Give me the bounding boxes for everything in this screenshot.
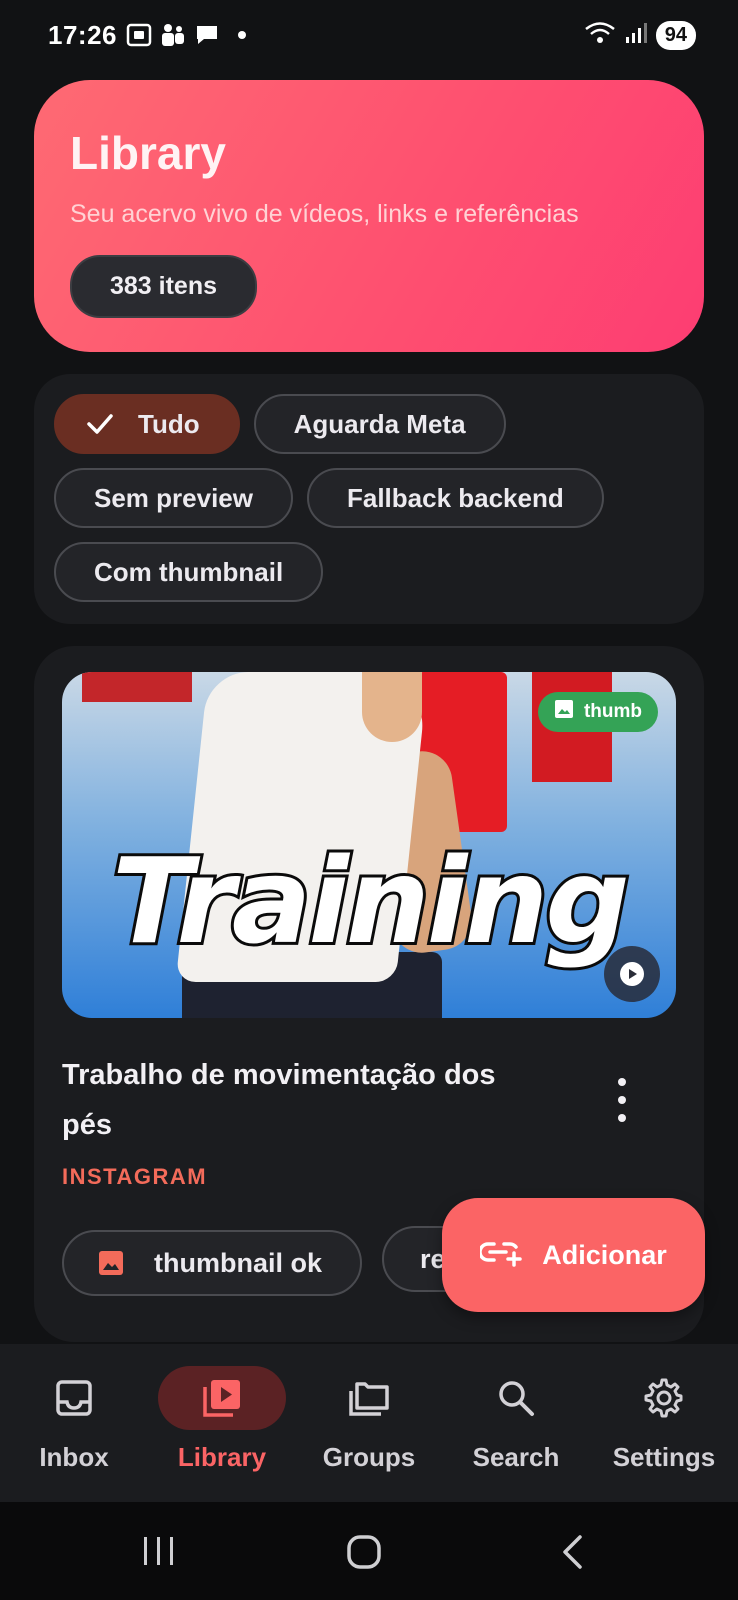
nav-label: Settings [612,1442,716,1472]
filter-chip-fallback-backend[interactable]: Fallback backend [306,468,604,528]
nav-item-library[interactable]: Library [148,1366,296,1473]
image-icon [554,699,574,725]
nav-item-groups[interactable]: Groups [295,1366,443,1473]
status-bar: 17:26 94 [0,0,738,72]
add-link-icon [478,1237,524,1274]
filter-chip-aguarda-meta[interactable]: Aguarda Meta [253,394,506,454]
filter-chip-com-thumbnail[interactable]: Com thumbnail [54,542,324,602]
page-subtitle: Seu acervo vivo de vídeos, links e refer… [70,200,579,228]
add-button-label: Adicionar [542,1239,667,1270]
item-source: INSTAGRAM [62,1164,208,1189]
play-icon [620,962,644,986]
video-thumbnail[interactable]: Training thumb [62,672,676,1018]
teams-icon [160,22,186,48]
thumb-badge: thumb [537,692,658,732]
filter-panel: Tudo Aguarda Meta Sem preview Fallback b… [34,374,704,624]
battery-indicator: 94 [655,21,696,50]
status-system-icons: 94 [584,20,696,51]
inbox-icon [10,1366,138,1430]
folders-icon [305,1366,433,1430]
item-title[interactable]: Trabalho de movimentação dos pés [62,1050,542,1150]
more-options-icon[interactable] [612,1078,632,1122]
filter-chip-label: Aguarda Meta [293,408,466,439]
status-notification-icons [126,22,246,48]
filter-chip-label: Sem preview [94,482,253,513]
thumb-badge-label: thumb [583,701,642,722]
nav-label: Groups [322,1442,416,1472]
screenshot-icon [126,22,152,48]
filter-chip-sem-preview[interactable]: Sem preview [54,468,293,528]
signal-icon [624,21,648,50]
tag-label: thumbnail ok [154,1247,322,1278]
nav-label: Library [177,1442,267,1472]
wifi-icon [584,20,616,51]
bottom-navigation: Inbox Library Groups Search Settings [0,1344,738,1502]
check-icon [86,413,114,435]
search-icon [452,1366,580,1430]
thumbnail-overlay-text: Training [109,829,633,973]
video-library-icon [158,1366,286,1430]
tag-thumbnail-ok[interactable]: thumbnail ok [62,1230,362,1296]
filter-chip-tudo[interactable]: Tudo [54,394,240,454]
page-title: Library [70,127,226,179]
gear-icon [600,1366,728,1430]
item-count-badge: 383 itens [70,255,258,318]
image-icon [98,1250,124,1276]
recent-apps-button[interactable] [142,1534,176,1573]
filter-chip-label: Fallback backend [346,482,564,513]
status-time: 17:26 [48,20,117,50]
system-navigation-bar [0,1502,738,1600]
chat-bubble-icon [194,22,220,48]
play-button[interactable] [604,946,660,1002]
library-hero: Library Seu acervo vivo de vídeos, links… [34,80,704,352]
home-button[interactable] [346,1534,382,1575]
filter-chip-label: Tudo [138,408,200,439]
notification-dot [238,31,246,39]
nav-label: Search [472,1442,560,1472]
nav-item-inbox[interactable]: Inbox [0,1366,148,1473]
add-button[interactable]: Adicionar [442,1198,705,1312]
nav-item-search[interactable]: Search [442,1366,590,1473]
nav-label: Inbox [39,1442,109,1472]
back-button[interactable] [560,1534,586,1575]
filter-chip-label: Com thumbnail [94,556,284,587]
nav-item-settings[interactable]: Settings [590,1366,738,1473]
